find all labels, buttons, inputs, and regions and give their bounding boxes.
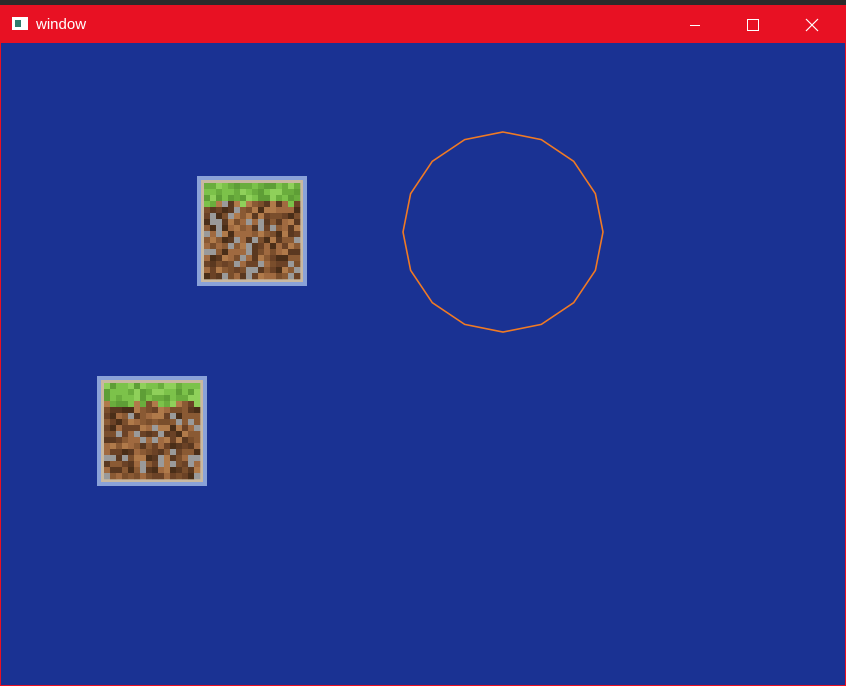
window-title: window	[36, 16, 87, 33]
app-window: window	[0, 5, 846, 686]
close-button[interactable]	[789, 6, 835, 43]
grass-dirt-block-sprite	[197, 176, 307, 286]
close-icon	[805, 18, 819, 31]
circle-outline	[402, 131, 604, 333]
window-app-icon[interactable]	[12, 17, 28, 30]
maximize-icon	[747, 18, 759, 31]
render-canvas[interactable]	[1, 43, 845, 685]
maximize-button[interactable]	[730, 6, 776, 43]
title-bar[interactable]: window	[1, 6, 845, 43]
minimize-button[interactable]	[672, 6, 718, 43]
grass-dirt-block-sprite	[97, 376, 207, 486]
minimize-icon	[690, 24, 700, 26]
